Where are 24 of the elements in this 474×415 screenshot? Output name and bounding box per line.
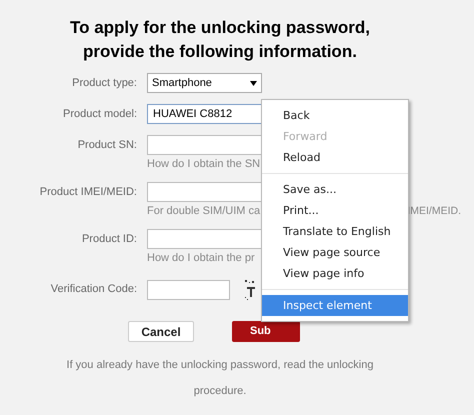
field-label: Verification Code:: [50, 282, 138, 297]
field-label: Product ID:: [80, 232, 138, 247]
input-field[interactable]: [147, 280, 230, 300]
menu-item[interactable]: View page info: [262, 263, 408, 284]
menu-item[interactable]: Reload: [262, 147, 408, 168]
menu-item[interactable]: Print...: [262, 200, 408, 221]
submit-button[interactable]: Sub: [232, 321, 300, 342]
hint-text: How do I obtain the pr: [147, 251, 255, 265]
cancel-button[interactable]: Cancel: [128, 321, 194, 342]
hint-text: How do I obtain the SN: [147, 157, 260, 171]
menu-item[interactable]: Save as...: [262, 179, 408, 200]
page-title: To apply for the unlocking password, provide the following information.: [68, 17, 372, 63]
field-label: Product type:: [71, 76, 138, 91]
field-label: Product IMEI/MEID:: [38, 185, 138, 200]
hint-text: For double SIM/UIM ca: [147, 204, 260, 218]
menu-item[interactable]: View page source: [262, 242, 408, 263]
menu-item[interactable]: Back: [262, 105, 408, 126]
menu-item[interactable]: Inspect element: [262, 295, 408, 316]
field-label: Product SN:: [76, 138, 138, 153]
field-label: Product model:: [62, 107, 138, 122]
footer-text: If you already have the unlocking password, read the unlocking procedure.: [66, 358, 374, 399]
menu-item[interactable]: Translate to English: [262, 221, 408, 242]
caret-icon: [250, 80, 257, 86]
product-type-dropdown[interactable]: Smartphone: [147, 73, 262, 93]
